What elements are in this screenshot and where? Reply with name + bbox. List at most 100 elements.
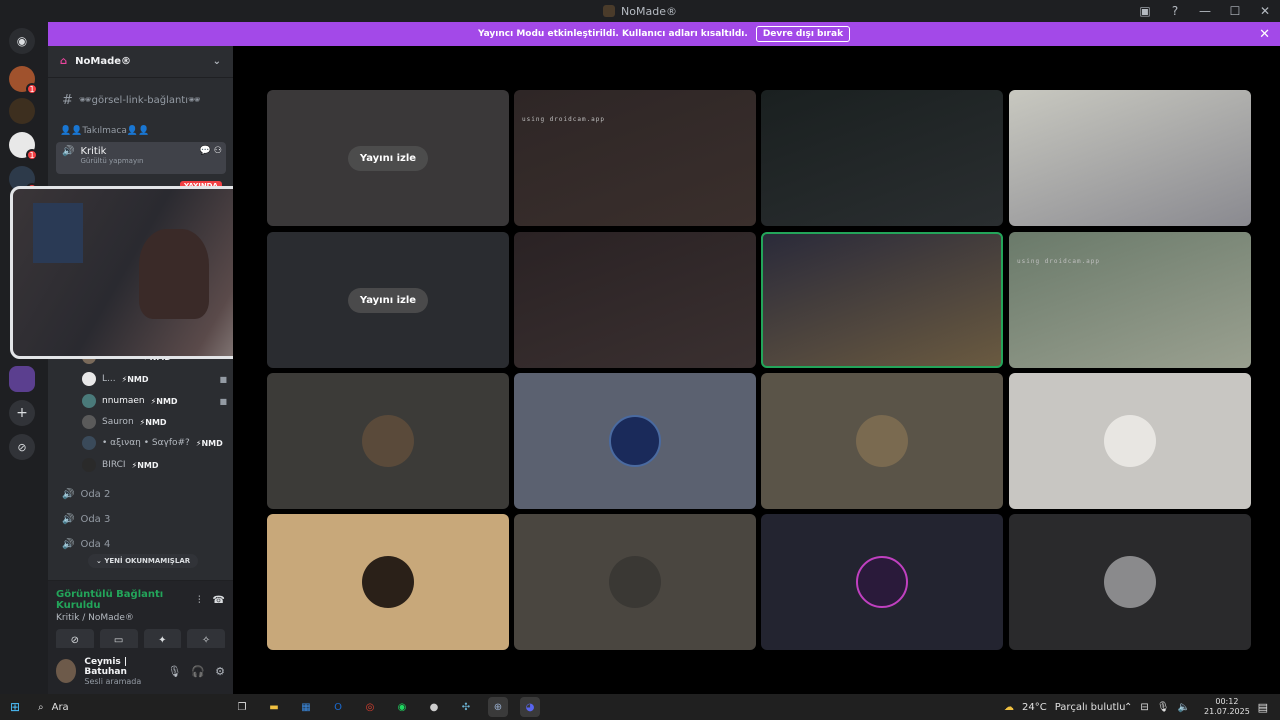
headphones-icon[interactable]: 🎧	[191, 665, 205, 678]
speaker-icon: 🔊	[62, 538, 75, 550]
microphone-icon[interactable]: 🎙	[167, 665, 181, 678]
voice-status-row: Görüntülü Bağlantı Kuruldu ⫶ ☎	[56, 589, 225, 611]
chrome-icon[interactable]: ◎	[360, 697, 380, 717]
soundboard-icon[interactable]: ⫶	[198, 595, 201, 606]
avatar-tile[interactable]	[761, 373, 1003, 509]
member-item[interactable]: nnumaen ⚡NMD ■	[82, 392, 227, 410]
watch-stream-button[interactable]: Yayını izle	[347, 287, 429, 313]
avatar-tile[interactable]	[1009, 514, 1251, 650]
video-tile[interactable]: using droidcam.app	[514, 90, 756, 226]
member-item[interactable]: L... ⚡NMD ■	[82, 370, 227, 388]
outlook-icon[interactable]: O	[328, 697, 348, 717]
weather-text: Parçalı bulutlu	[1054, 701, 1126, 713]
server-icon-nomade[interactable]	[9, 366, 35, 392]
help-icon[interactable]: ?	[1160, 4, 1190, 18]
notification-icon[interactable]: ▤	[1258, 701, 1268, 714]
inbox-icon[interactable]: ▣	[1130, 4, 1160, 18]
avatar-tile[interactable]	[761, 514, 1003, 650]
add-server-icon[interactable]: +	[9, 400, 35, 426]
app-icon-generic[interactable]: ✣	[456, 697, 476, 717]
store-icon[interactable]: ▦	[296, 697, 316, 717]
person-silhouette	[139, 229, 209, 319]
search-icon: ⌕	[38, 701, 44, 713]
file-explorer-icon[interactable]: ▬	[264, 697, 284, 717]
spotify-icon[interactable]: ◉	[392, 697, 412, 717]
member-tag: ⚡NMD	[195, 438, 223, 448]
taskbar-search[interactable]: ⌕ Ara	[30, 696, 220, 718]
voice-location[interactable]: Kritik / NoMade®	[56, 613, 225, 623]
voice-channel-oda-2[interactable]: 🔊 Oda 2	[56, 483, 226, 505]
camera-icon: ■	[219, 396, 227, 406]
avatar	[609, 415, 661, 467]
voice-channel-oda-3[interactable]: 🔊 Oda 3	[56, 508, 226, 530]
avatar-tile[interactable]	[514, 514, 756, 650]
channel-topic: Gürültü yapmayın	[80, 157, 144, 165]
taskbar-clock[interactable]: 00:12 21.07.2025	[1204, 697, 1250, 717]
server-icon-3[interactable]: 1	[9, 132, 38, 161]
windows-taskbar: ⊞ ⌕ Ara ❐ ▬ ▦ O ◎ ◉ ● ✣ ⊕ ◕ ☁ 24°C Parça…	[0, 694, 1280, 720]
video-tile[interactable]	[1009, 90, 1251, 226]
window-controls: ▣ ? — ☐ ✕	[1130, 0, 1280, 22]
avatar[interactable]	[56, 659, 77, 683]
avatar-tile[interactable]	[1009, 373, 1251, 509]
server-icon-2[interactable]	[9, 98, 35, 124]
discover-icon[interactable]: ⊘	[9, 434, 35, 460]
member-tag: ⚡NMD	[121, 374, 149, 384]
user-name: Ceymis | Batuhan	[84, 656, 128, 677]
avatar-tile[interactable]	[514, 373, 756, 509]
avatar	[82, 415, 96, 429]
member-name: • αξιναη • Sαγfo#?	[102, 438, 190, 448]
avatar	[82, 372, 96, 386]
video-tile[interactable]	[514, 232, 756, 368]
network-icon[interactable]: ⊟	[1140, 702, 1148, 713]
steam-icon[interactable]: ⊕	[488, 697, 508, 717]
volume-icon[interactable]: 🔈	[1177, 702, 1189, 713]
gear-icon[interactable]: ⚙	[215, 665, 225, 678]
member-item[interactable]: • αξιναη • Sαγfo#? ⚡NMD	[82, 434, 227, 452]
close-window-button[interactable]: ✕	[1250, 4, 1280, 18]
video-tile-speaking[interactable]	[761, 232, 1003, 368]
task-view-icon[interactable]: ❐	[232, 697, 252, 717]
avatar	[856, 556, 908, 608]
avatar-tile[interactable]	[267, 373, 509, 509]
weather-widget[interactable]: ☁ 24°C Parçalı bulutlu	[1004, 702, 1126, 713]
avatar	[362, 556, 414, 608]
avatar	[1104, 556, 1156, 608]
server-badge: 1	[26, 83, 38, 95]
channel-link[interactable]: # 🕶görsel-link-bağlantı🕶	[56, 89, 226, 111]
avatar-tile[interactable]	[267, 514, 509, 650]
voice-connection-panel: Görüntülü Bağlantı Kuruldu ⫶ ☎ Kritik / …	[48, 580, 233, 651]
windows-start-icon[interactable]: ⊞	[0, 700, 30, 714]
speaker-icon: 🔊	[62, 146, 75, 157]
watch-stream-button[interactable]: Yayını izle	[347, 145, 429, 171]
close-icon[interactable]: ✕	[1259, 27, 1270, 42]
discord-home-icon[interactable]: ◉	[9, 28, 35, 54]
voice-channel-oda-4[interactable]: 🔊 Oda 4	[56, 533, 226, 555]
server-icon-1[interactable]: 1	[9, 66, 38, 95]
member-item[interactable]: Sauron ⚡NMD	[82, 413, 227, 431]
minimize-button[interactable]: —	[1190, 4, 1220, 18]
stream-tile[interactable]: Yayını izle	[267, 232, 509, 368]
stream-tile[interactable]: Yayını izle	[267, 90, 509, 226]
chevron-up-icon[interactable]: ⌃	[1124, 702, 1132, 713]
member-item[interactable]: BIRCI ⚡NMD	[82, 456, 227, 474]
video-tile[interactable]	[761, 90, 1003, 226]
system-tray: ⌃ ⊟ 🎙 🔈	[1124, 702, 1190, 713]
category-takilmaca[interactable]: 👤👤Takılmaca👤👤	[60, 126, 149, 136]
channel-text-group: Kritik Gürültü yapmayın	[80, 146, 143, 165]
guild-header[interactable]: ⌂ NoMade® ⌄	[48, 46, 233, 78]
voice-channel-kritik[interactable]: 🔊 Kritik Gürültü yapmayın 💬 ⚇	[56, 142, 226, 174]
poster-decor	[33, 203, 83, 263]
chat-icon[interactable]: 💬 ⚇	[200, 146, 226, 156]
avatar	[1104, 415, 1156, 467]
disconnect-icon[interactable]: ☎	[213, 595, 225, 606]
hash-icon: #	[62, 92, 73, 108]
maximize-button[interactable]: ☐	[1220, 4, 1250, 18]
video-tile[interactable]: using droidcam.app	[1009, 232, 1251, 368]
discord-taskbar-icon[interactable]: ◕	[520, 697, 540, 717]
taskbar-apps: ❐ ▬ ▦ O ◎ ◉ ● ✣ ⊕ ◕	[232, 697, 540, 717]
unread-pill[interactable]: ⌄ YENİ OKUNMAMIŞLAR	[88, 554, 199, 568]
microphone-tray-icon[interactable]: 🎙	[1157, 702, 1170, 713]
github-icon[interactable]: ●	[424, 697, 444, 717]
disable-streamer-mode-button[interactable]: Devre dışı bırak	[755, 26, 851, 42]
